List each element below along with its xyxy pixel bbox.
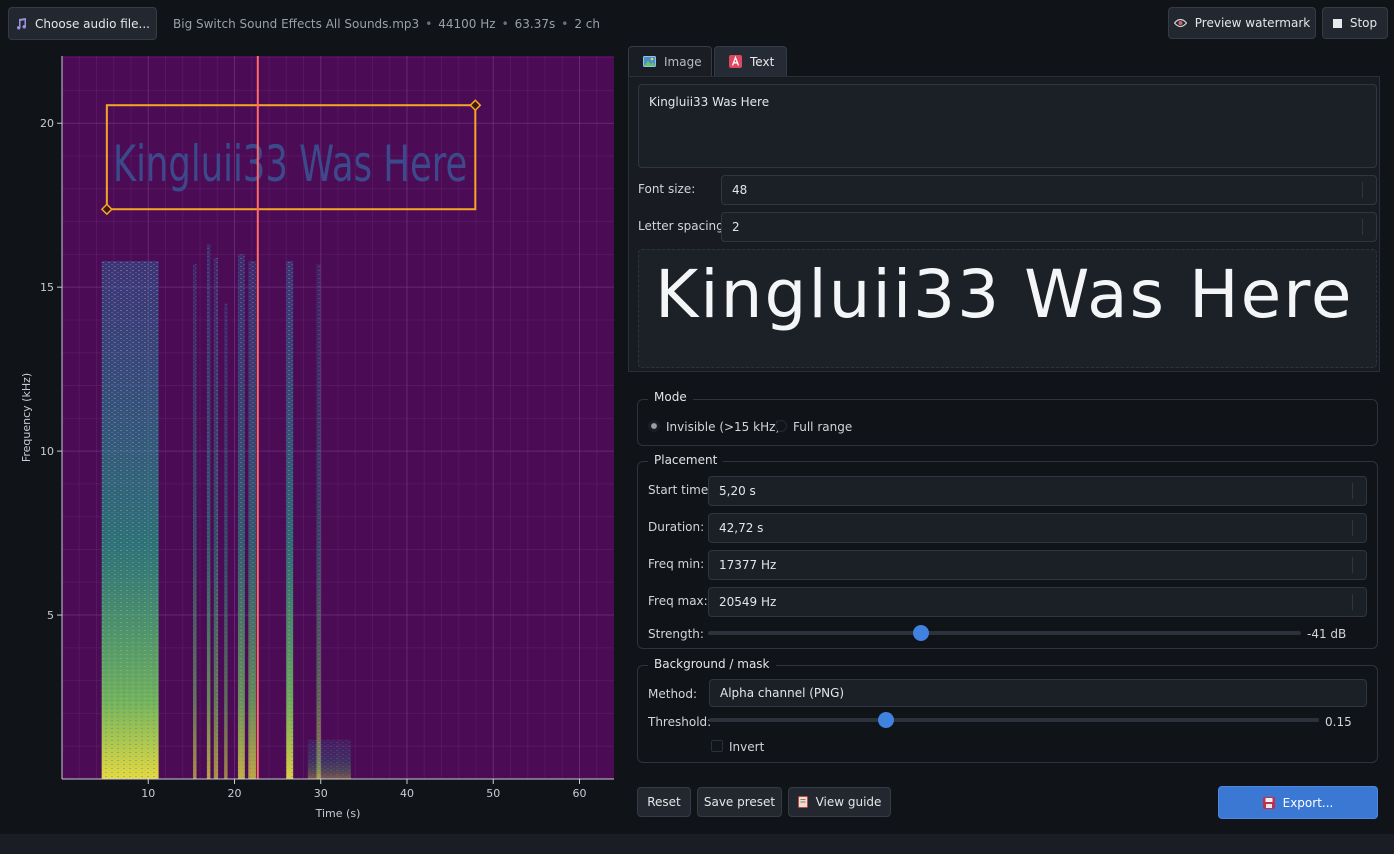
letter-spacing-spinbox[interactable]: 2 (721, 212, 1377, 242)
choose-audio-button[interactable]: Choose audio file... (8, 7, 157, 40)
x-tick-label: 10 (141, 787, 155, 800)
freq-max-label: Freq max: (648, 594, 708, 608)
separator: • (501, 17, 509, 31)
y-tick-label: 10 (40, 445, 54, 458)
sample-rate: 44100 Hz (438, 17, 496, 31)
image-icon (643, 56, 656, 67)
view-guide-label: View guide (815, 795, 882, 809)
channels: 2 ch (574, 17, 600, 31)
method-value: Alpha channel (PNG) (720, 686, 845, 700)
font-size-label: Font size: (638, 182, 696, 196)
book-icon (797, 796, 808, 808)
reset-label: Reset (647, 795, 681, 809)
tab-text[interactable]: Text (714, 46, 787, 76)
duration-label: Duration: (648, 520, 705, 534)
spectrogram-chart[interactable]: Kingluii33 Was Here 10 20 30 40 50 60 5 10 15 20 T… (0, 46, 625, 832)
threshold-slider-handle[interactable] (877, 712, 894, 728)
reset-button[interactable]: Reset (637, 787, 691, 817)
energy-burst-texture (213, 257, 219, 779)
y-axis-label: Frequency (kHz) (20, 373, 33, 462)
x-tick-label: 50 (486, 787, 500, 800)
threshold-value: 0.15 (1325, 715, 1352, 729)
x-tick-label: 30 (314, 787, 328, 800)
duration-spinbox[interactable]: 42,72 s (708, 513, 1367, 543)
y-tick-label: 20 (40, 117, 54, 130)
y-tick-label: 15 (40, 281, 54, 294)
export-label: Export... (1282, 795, 1334, 810)
save-preset-label: Save preset (703, 795, 776, 809)
save-preset-button[interactable]: Save preset (697, 787, 782, 817)
music-note-icon (15, 17, 27, 30)
separator: • (561, 17, 569, 31)
preview-watermark-label: Preview watermark (1194, 16, 1311, 30)
letter-spacing-value: 2 (732, 220, 740, 234)
start-time-spinbox[interactable]: 5,20 s (708, 476, 1367, 506)
choose-audio-label: Choose audio file... (35, 16, 150, 31)
placement-group-title: Placement (648, 453, 724, 467)
energy-burst-texture (193, 264, 197, 779)
text-icon (729, 55, 742, 68)
energy-burst-texture (224, 303, 228, 779)
export-button[interactable]: Export... (1218, 786, 1378, 819)
separator: • (425, 17, 433, 31)
energy-burst-texture (307, 739, 351, 779)
view-guide-button[interactable]: View guide (788, 787, 891, 817)
radio-invisible-label[interactable]: Invisible (>15 kHz) (666, 420, 780, 434)
method-select[interactable]: Alpha channel (PNG) (709, 679, 1367, 707)
strength-slider-track[interactable] (708, 631, 1301, 635)
text-preview-box: Kingluii33 Was Here (638, 249, 1377, 368)
method-label: Method: (648, 687, 698, 701)
eye-icon (1173, 18, 1187, 28)
threshold-label: Threshold: (648, 715, 712, 729)
x-tick-label: 40 (400, 787, 414, 800)
energy-burst-texture (206, 244, 211, 779)
strength-label: Strength: (648, 627, 704, 641)
energy-burst-texture (316, 264, 321, 779)
invert-checkbox[interactable] (711, 740, 723, 752)
freq-min-label: Freq min: (648, 557, 705, 571)
freq-min-value: 17377 Hz (719, 558, 777, 572)
invert-label[interactable]: Invert (729, 740, 764, 754)
status-bar (0, 834, 1394, 854)
stop-label: Stop (1349, 16, 1378, 30)
energy-burst-texture (237, 254, 245, 779)
floppy-disk-icon (1262, 796, 1275, 809)
energy-burst-texture (286, 260, 294, 779)
text-preview: Kingluii33 Was Here (655, 256, 1354, 333)
stop-icon (1332, 18, 1342, 28)
x-tick-label: 20 (228, 787, 242, 800)
radio-invisible[interactable] (648, 420, 660, 432)
stop-button[interactable]: Stop (1322, 7, 1388, 39)
start-time-label: Start time: (648, 483, 713, 497)
freq-max-value: 20549 Hz (719, 595, 777, 609)
energy-burst-texture (101, 260, 159, 779)
radio-full-range-label[interactable]: Full range (793, 420, 852, 434)
tab-image[interactable]: Image (628, 46, 712, 76)
x-axis-label: Time (s) (315, 807, 361, 820)
font-size-spinbox[interactable]: 48 (721, 175, 1377, 205)
watermark-text-input[interactable]: Kingluii33 Was Here (638, 84, 1377, 168)
file-name: Big Switch Sound Effects All Sounds.mp3 (173, 17, 420, 31)
tab-image-label: Image (664, 54, 702, 69)
radio-full-range[interactable] (775, 420, 787, 432)
start-time-value: 5,20 s (719, 484, 756, 498)
font-size-value: 48 (732, 183, 748, 197)
letter-spacing-label: Letter spacing: (638, 219, 728, 233)
y-tick-label: 5 (47, 609, 54, 622)
energy-burst-texture (248, 260, 257, 779)
file-info: Big Switch Sound Effects All Sounds.mp3 •… (173, 17, 600, 31)
tab-text-label: Text (750, 54, 775, 69)
duration: 63.37s (514, 17, 556, 31)
threshold-slider-track[interactable] (709, 718, 1319, 722)
preview-watermark-button[interactable]: Preview watermark (1168, 7, 1316, 39)
x-tick-label: 60 (573, 787, 587, 800)
freq-min-spinbox[interactable]: 17377 Hz (708, 550, 1367, 580)
watermark-text-value: Kingluii33 Was Here (649, 95, 770, 109)
background-mask-title: Background / mask (648, 657, 776, 671)
freq-max-spinbox[interactable]: 20549 Hz (708, 587, 1367, 617)
watermark-text-overlay: Kingluii33 Was Here (113, 135, 467, 193)
strength-value: -41 dB (1307, 627, 1347, 641)
duration-value: 42,72 s (719, 521, 764, 535)
mode-group-title: Mode (648, 390, 693, 404)
